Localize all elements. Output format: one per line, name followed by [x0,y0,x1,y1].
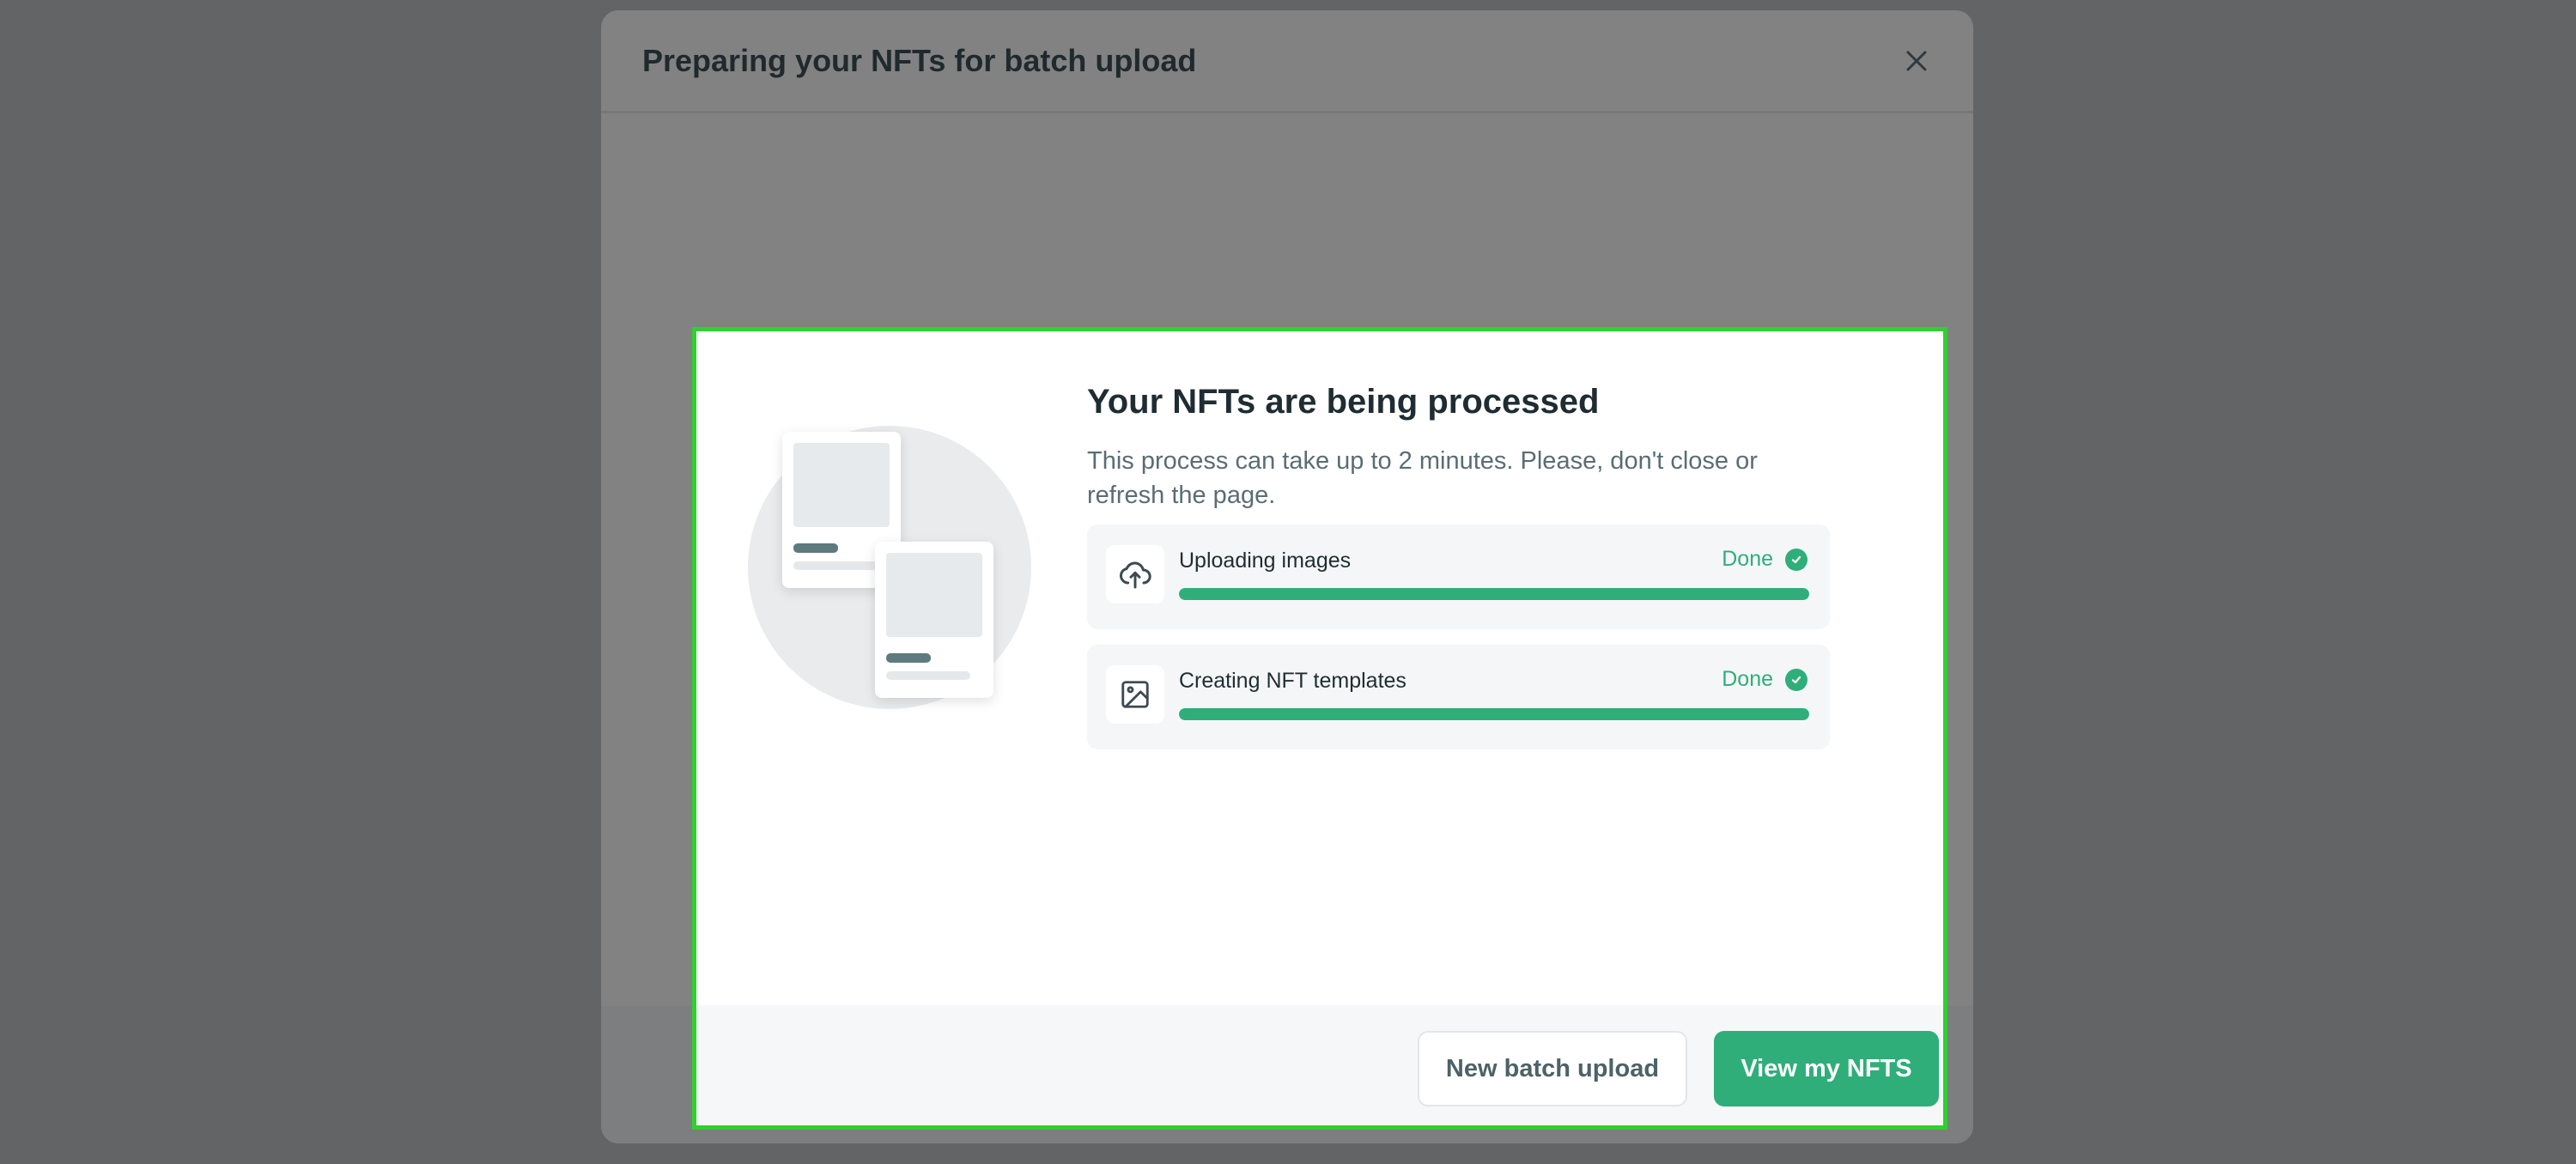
modal-description: This process can take up to 2 minutes. P… [1087,447,1758,509]
progress-fill [1179,588,1809,600]
progress-bar [1179,708,1809,720]
step-label: Uploading images [1179,549,1352,573]
step-status-text: Done [1722,547,1773,571]
processing-modal: Your NFTs are being processed This proce… [692,327,1947,1130]
step-uploading-images: Uploading images Done [1087,524,1830,629]
step-creating-templates: Creating NFT templates Done [1087,645,1830,749]
check-circle-icon [1785,548,1807,571]
progress-fill [1179,708,1809,720]
nft-illustration [748,426,1031,709]
modal-footer: New batch upload View my NFTS [696,1005,1943,1125]
step-status: Done [1722,667,1807,692]
modal-content: Your NFTs are being processed This proce… [1087,380,1834,749]
new-batch-upload-button[interactable]: New batch upload [1418,1031,1687,1106]
progress-bar [1179,588,1809,600]
step-status: Done [1722,547,1807,572]
step-status-text: Done [1722,667,1773,691]
upload-cloud-icon [1106,545,1164,603]
background-modal-header: Preparing your NFTs for batch upload [601,10,1973,113]
background-modal-title: Preparing your NFTs for batch upload [642,42,1197,78]
image-icon [1106,665,1164,724]
check-circle-icon [1785,668,1807,691]
step-label: Creating NFT templates [1179,669,1406,693]
modal-heading: Your NFTs are being processed [1087,383,1600,421]
close-icon[interactable] [1899,44,1934,78]
nft-card-front [875,542,993,698]
view-my-nfts-button[interactable]: View my NFTS [1714,1031,1939,1106]
